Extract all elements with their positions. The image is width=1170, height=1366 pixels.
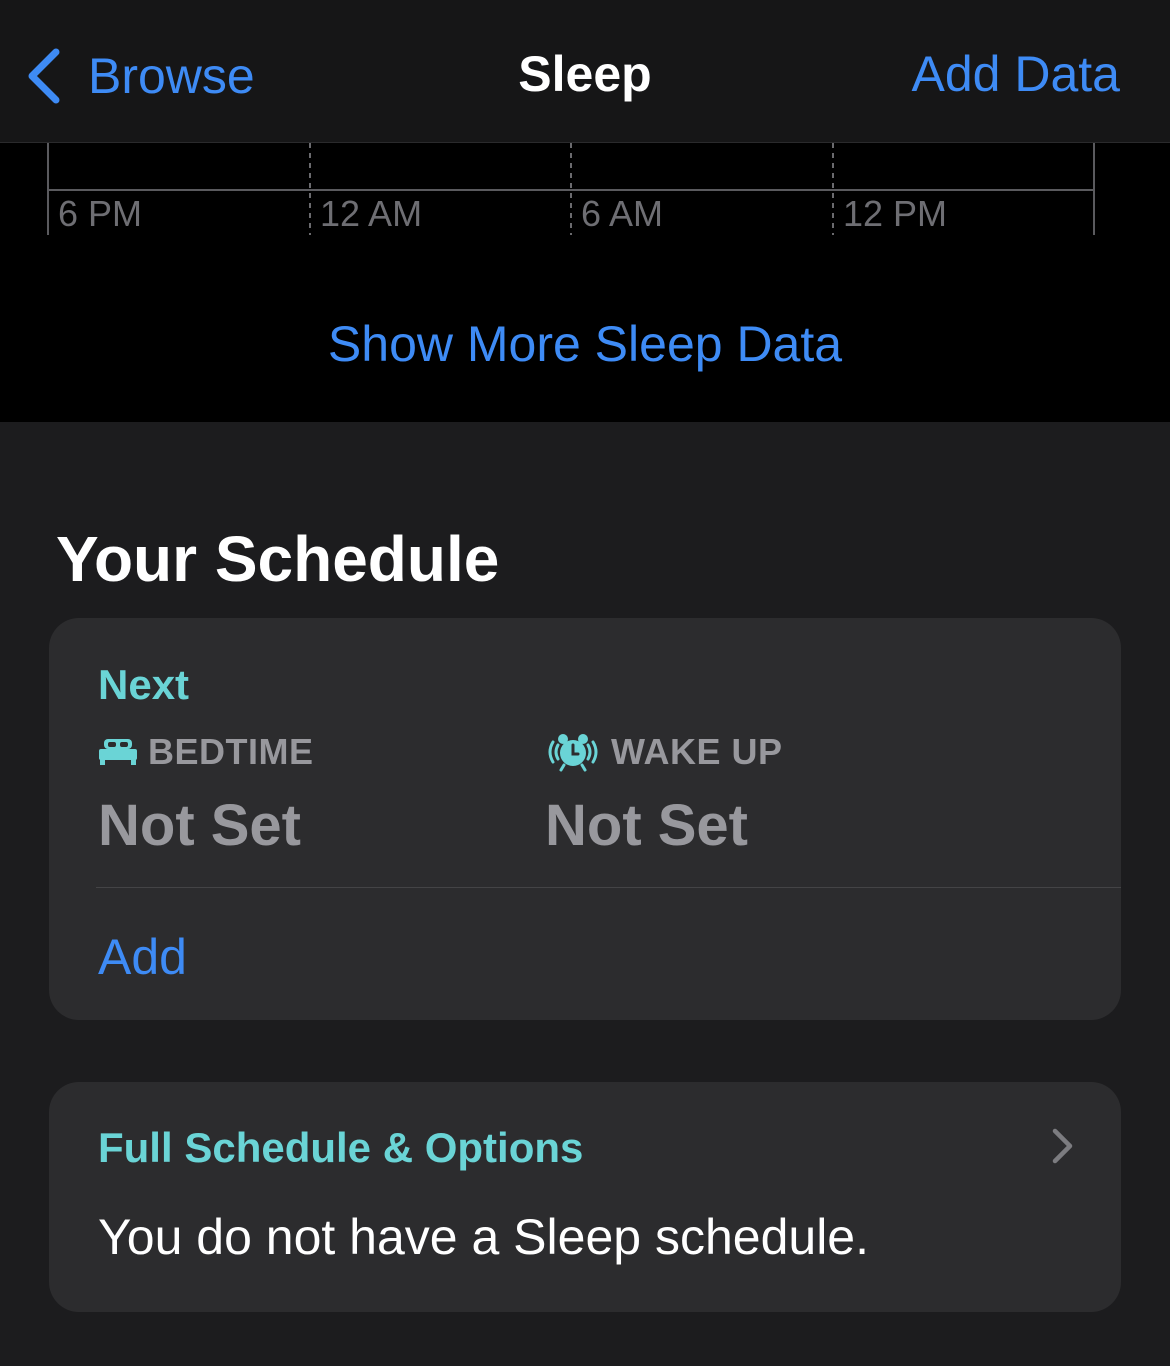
no-schedule-message: You do not have a Sleep schedule. [98, 1209, 869, 1265]
wake-up-column: WAKE UP Not Set [545, 730, 783, 859]
next-schedule-card: Next BEDTIME Not Set WAKE UP Not Set Add [49, 618, 1121, 1020]
wake-up-label: WAKE UP [611, 731, 783, 772]
add-data-button[interactable]: Add Data [912, 45, 1120, 103]
bedtime-value: Not Set [98, 793, 301, 858]
bedtime-column: BEDTIME Not Set [98, 730, 314, 859]
tick-label: 6 AM [581, 193, 663, 234]
add-schedule-button[interactable]: Add [98, 928, 187, 986]
wake-up-value: Not Set [545, 793, 748, 858]
tick-label: 6 PM [58, 193, 142, 234]
tick-label: 12 AM [320, 193, 422, 234]
divider [96, 887, 1121, 888]
bed-icon [98, 737, 138, 767]
tick-label: 12 PM [843, 193, 947, 234]
chevron-right-icon [1051, 1127, 1075, 1165]
section-title: Your Schedule [56, 523, 500, 595]
navigation-bar: Browse Sleep Add Data [0, 0, 1170, 143]
sleep-chart: 6 PM 12 AM 6 AM 12 PM Show More Sleep Da… [0, 143, 1170, 422]
full-schedule-options-row[interactable]: Full Schedule & Options You do not have … [49, 1082, 1121, 1312]
bedtime-label: BEDTIME [148, 731, 314, 772]
sleep-chart-axis: 6 PM 12 AM 6 AM 12 PM [47, 143, 1095, 235]
show-more-sleep-data-button[interactable]: Show More Sleep Data [0, 315, 1170, 373]
full-schedule-heading: Full Schedule & Options [98, 1124, 584, 1171]
next-heading: Next [98, 661, 190, 708]
alarm-clock-icon [545, 732, 601, 772]
